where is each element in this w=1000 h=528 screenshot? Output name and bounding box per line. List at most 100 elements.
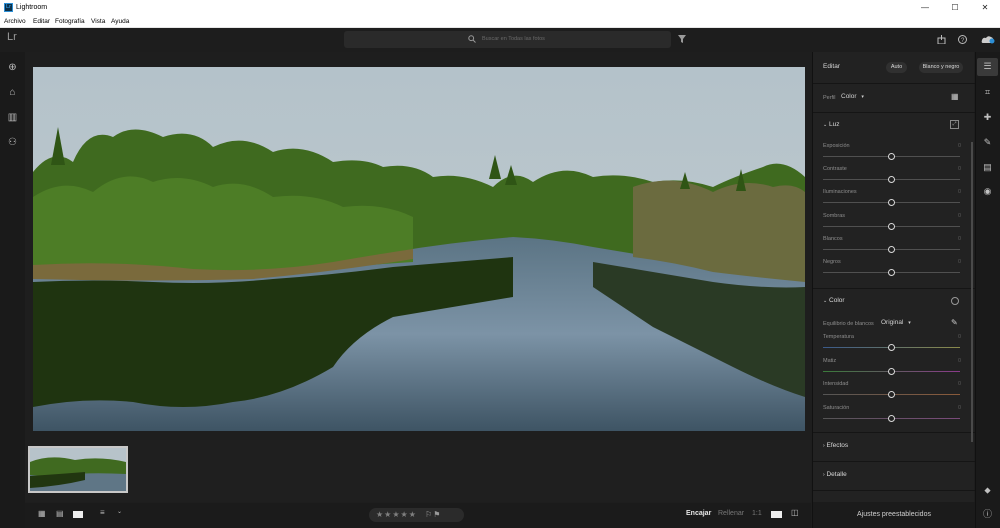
slider-label: Iluminaciones — [823, 189, 857, 195]
whites-slider-knob[interactable] — [888, 246, 895, 253]
slider-label: Saturación — [823, 405, 850, 411]
search-icon — [468, 35, 476, 43]
lightroom-logo: Lr — [7, 31, 17, 43]
color-title: Color — [829, 297, 845, 304]
slider-label: Temperatura — [823, 334, 854, 340]
before-after-icon[interactable]: ◫ — [791, 508, 799, 517]
profile-label: Perfil — [823, 95, 836, 101]
linear-gradient-icon[interactable]: ▤ — [981, 161, 994, 174]
menu-editar[interactable]: Editar — [33, 18, 50, 25]
eyedropper-icon[interactable]: ✎ — [951, 318, 958, 327]
edit-panel: Editar Auto Blanco y negro Perfil Color … — [812, 52, 975, 528]
slider-value: 0 — [958, 213, 962, 219]
vibrance-slider-knob[interactable] — [888, 391, 895, 398]
tint-slider-knob[interactable] — [888, 368, 895, 375]
menu-bar: Archivo Editar Fotografía Vista Ayuda — [0, 16, 1000, 28]
detail-title: Detalle — [826, 471, 847, 478]
maximize-button[interactable]: ☐ — [940, 0, 970, 16]
chevron-down-icon: ▾ — [908, 320, 911, 326]
white-balance-label: Equilibrio de blancos — [823, 321, 874, 327]
slider-label: Blancos — [823, 236, 843, 242]
river-landscape-image — [33, 67, 805, 431]
slider-label: Matiz — [823, 358, 837, 364]
highlights-slider-knob[interactable] — [888, 199, 895, 206]
temperature-slider-knob[interactable] — [888, 344, 895, 351]
light-section-header[interactable]: ⌄ Luz — [823, 121, 840, 128]
crop-icon[interactable]: ⌗ — [981, 86, 994, 99]
black-white-button[interactable]: Blanco y negro — [919, 62, 963, 73]
white-balance-value[interactable]: Original — [881, 319, 903, 326]
chevron-down-icon: ⌄ — [823, 298, 828, 304]
menu-ayuda[interactable]: Ayuda — [111, 18, 129, 25]
menu-fotografia[interactable]: Fotografía — [55, 18, 85, 25]
menu-vista[interactable]: Vista — [91, 18, 105, 25]
filter-icon[interactable] — [678, 35, 686, 43]
flag-icon[interactable]: ⚐⚑ — [425, 510, 441, 519]
fill-button[interactable]: Rellenar — [718, 510, 744, 517]
slider-value: 0 — [958, 405, 962, 411]
color-section-header[interactable]: ⌄ Color — [823, 297, 845, 304]
one-to-one-button[interactable]: 1:1 — [752, 510, 762, 517]
info-icon[interactable]: ⓘ — [981, 508, 994, 521]
blacks-slider-knob[interactable] — [888, 269, 895, 276]
search-placeholder: Buscar en Todas las fotos — [482, 36, 545, 42]
curve-icon[interactable]: ⤢ — [950, 120, 959, 129]
square-grid-icon[interactable]: ▦ — [38, 509, 46, 518]
radial-gradient-icon[interactable]: ◉ — [981, 185, 994, 198]
profile-value[interactable]: Color — [841, 93, 857, 100]
sort-dropdown-icon[interactable]: ⌄ — [117, 508, 122, 515]
exposure-slider-knob[interactable] — [888, 153, 895, 160]
photo-grid-icon[interactable]: ▤ — [56, 509, 64, 518]
chevron-right-icon: › — [823, 472, 825, 478]
search-input[interactable]: Buscar en Todas las fotos — [344, 31, 671, 48]
contrast-slider-knob[interactable] — [888, 176, 895, 183]
slider-label: Sombras — [823, 213, 846, 219]
slider-label: Intensidad — [823, 381, 849, 387]
compare-view-icon[interactable] — [771, 511, 782, 518]
share-icon[interactable] — [937, 35, 946, 44]
rating-stars[interactable]: ★★★★★ ⚐⚑ — [369, 508, 464, 522]
close-button[interactable]: ✕ — [970, 0, 1000, 16]
profile-select[interactable]: Color ▾ — [841, 93, 864, 100]
light-title: Luz — [829, 121, 840, 128]
chevron-down-icon: ▾ — [861, 94, 864, 100]
tag-icon[interactable]: ⬥ — [981, 484, 994, 497]
slider-label: Contraste — [823, 166, 847, 172]
chevron-right-icon: › — [823, 443, 825, 449]
chevron-down-icon: ⌄ — [823, 122, 828, 128]
detail-section-header[interactable]: › Detalle — [823, 471, 847, 478]
home-icon[interactable]: ⌂ — [6, 86, 19, 99]
people-icon[interactable]: ⚇ — [6, 136, 19, 149]
main-photo[interactable] — [33, 67, 805, 431]
effects-section-header[interactable]: › Efectos — [823, 442, 848, 449]
shadows-slider-knob[interactable] — [888, 223, 895, 230]
slider-value: 0 — [958, 358, 962, 364]
stars-label[interactable]: ★★★★★ — [376, 510, 417, 519]
add-photos-icon[interactable]: ⊕ — [6, 61, 19, 74]
edit-sliders-icon[interactable]: ☰ — [981, 60, 994, 73]
library-icon[interactable]: ▥ — [6, 111, 19, 124]
slider-value: 0 — [958, 259, 962, 265]
panel-scrollbar[interactable] — [971, 142, 973, 442]
brush-icon[interactable]: ✎ — [981, 136, 994, 149]
white-balance-select[interactable]: Original ▾ — [881, 319, 911, 326]
cloud-sync-icon[interactable] — [981, 35, 995, 44]
effects-title: Efectos — [826, 442, 849, 449]
color-mixer-icon[interactable] — [951, 297, 959, 305]
minimize-button[interactable]: — — [910, 0, 940, 16]
healing-icon[interactable]: ✚ — [981, 111, 994, 124]
slider-value: 0 — [958, 166, 962, 172]
photo-thumbnail[interactable] — [28, 446, 128, 493]
auto-button[interactable]: Auto — [886, 62, 907, 73]
slider-value: 0 — [958, 236, 962, 242]
profile-browser-icon[interactable]: ▦ — [951, 92, 959, 101]
detail-view-icon[interactable] — [73, 511, 83, 518]
help-icon[interactable]: ? — [958, 35, 967, 44]
slider-value: 0 — [958, 143, 962, 149]
menu-archivo[interactable]: Archivo — [4, 18, 26, 25]
fit-button[interactable]: Encajar — [686, 510, 711, 517]
presets-button[interactable]: Ajustes preestablecidos — [813, 502, 975, 528]
saturation-slider-knob[interactable] — [888, 415, 895, 422]
slider-value: 0 — [958, 381, 962, 387]
sort-icon[interactable]: ≡ — [100, 508, 105, 517]
